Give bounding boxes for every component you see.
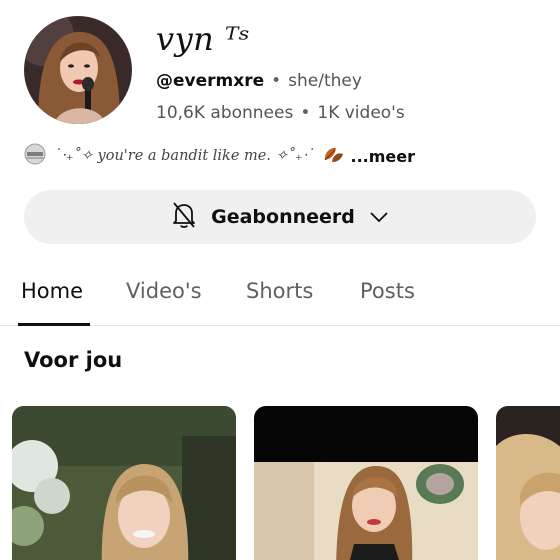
section-title: Voor jou bbox=[24, 348, 123, 372]
chevron-down-icon bbox=[369, 208, 389, 227]
video-thumbnail[interactable] bbox=[254, 406, 478, 560]
tab-home[interactable]: Home bbox=[21, 279, 83, 303]
bio-text: ˙‧₊˚✧ you're a bandit like me. ✧˚₊‧˙ bbox=[54, 148, 315, 164]
bell-off-icon bbox=[171, 201, 197, 233]
leaves-emoji-icon bbox=[322, 144, 344, 168]
separator-dot: • bbox=[300, 103, 311, 123]
channel-handle[interactable]: @evermxre bbox=[156, 71, 264, 91]
link-globe-icon bbox=[24, 143, 46, 169]
channel-description[interactable]: ˙‧₊˚✧ you're a bandit like me. ✧˚₊‧˙ ...… bbox=[24, 143, 415, 169]
video-thumbnail[interactable] bbox=[12, 406, 236, 560]
tab-posts[interactable]: Posts bbox=[360, 279, 415, 303]
active-tab-indicator bbox=[18, 323, 90, 326]
video-thumbnail[interactable] bbox=[496, 406, 560, 560]
tab-shorts[interactable]: Shorts bbox=[246, 279, 313, 303]
channel-pronouns: she/they bbox=[288, 71, 362, 91]
channel-avatar[interactable] bbox=[24, 16, 132, 124]
separator-dot: • bbox=[271, 71, 282, 91]
channel-meta-row: @evermxre • she/they bbox=[156, 71, 362, 91]
subscribed-button[interactable]: Geabonneerd bbox=[24, 190, 536, 244]
subscriber-count: 10,6K abonnees bbox=[156, 103, 294, 123]
channel-stats-row: 10,6K abonnees • 1K video's bbox=[156, 103, 405, 123]
channel-tabs: Home Video's Shorts Posts bbox=[0, 262, 560, 326]
bio-more-link[interactable]: ...meer bbox=[350, 147, 415, 166]
tab-videos[interactable]: Video's bbox=[126, 279, 202, 303]
subscribed-label: Geabonneerd bbox=[211, 206, 355, 228]
video-count: 1K video's bbox=[317, 103, 405, 123]
channel-name: vyn ᵀˢ bbox=[156, 20, 251, 58]
